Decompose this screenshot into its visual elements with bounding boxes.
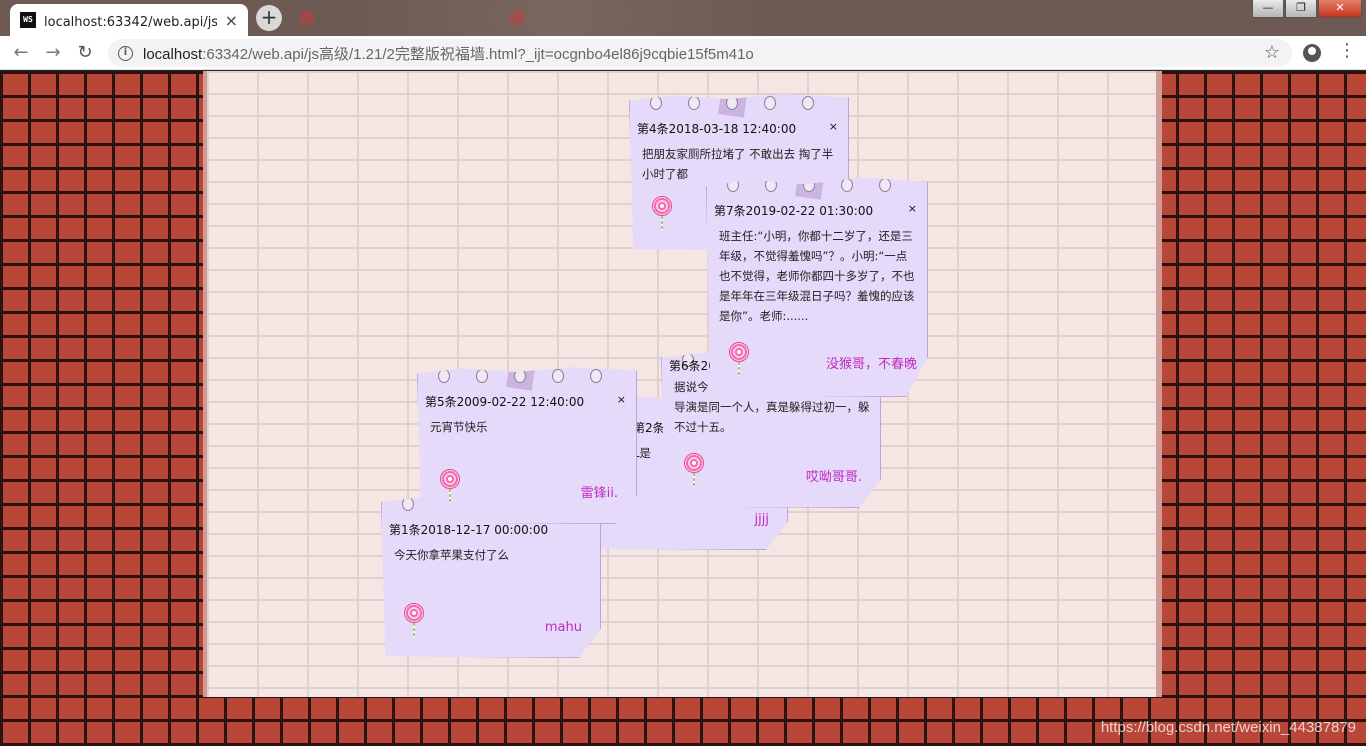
note-header: 第5条2009-02-22 12:40:00 ×: [425, 393, 626, 410]
note-author: mahu: [544, 620, 582, 635]
note-title: 第7条2019-02-22 01:30:00: [714, 204, 874, 218]
note-body: 元宵节快乐: [430, 420, 488, 434]
background-tab[interactable]: [502, 4, 722, 32]
back-arrow-icon[interactable]: ←: [8, 40, 34, 66]
tab-favicon-icon: [300, 11, 314, 25]
tab-bar: WS localhost:63342/web.api/js高级 × + — ❐ …: [0, 0, 1366, 36]
background-tab[interactable]: [292, 4, 492, 32]
watermark: https://blog.csdn.net/weixin_44387879: [1100, 719, 1356, 736]
note-title: 第5条2009-02-22 12:40:00: [425, 395, 585, 409]
reload-icon[interactable]: ↻: [72, 40, 98, 66]
page-viewport: 第4条2018-03-18 12:40:00 × 把朋友家厕所拉堵了 不敢出去 …: [0, 71, 1366, 746]
note-author: 哎呦哥哥.: [805, 470, 862, 485]
note-header: 第4条2018-03-18 12:40:00 ×: [637, 120, 838, 137]
tab-close-icon[interactable]: ×: [225, 11, 238, 30]
note-author: 雷锋ii.: [580, 486, 618, 501]
close-icon[interactable]: ×: [617, 393, 626, 410]
address-bar[interactable]: i localhost:63342/web.api/js高级/1.21/2完整版…: [108, 39, 1292, 67]
browser-toolbar: ← → ↻ i localhost:63342/web.api/js高级/1.2…: [0, 36, 1366, 70]
account-icon[interactable]: [1303, 44, 1321, 62]
note-header: 第1条2018-12-17 00:00:00: [389, 521, 590, 538]
menu-kebab-icon[interactable]: ⋮: [1338, 42, 1356, 60]
note-header: 第7条2019-02-22 01:30:00 ×: [714, 202, 917, 219]
note-author: 没猴哥，不春晚: [825, 357, 917, 372]
lollipop-icon: [729, 342, 749, 378]
note-title: 第1条2018-12-17 00:00:00: [389, 523, 549, 537]
url-text[interactable]: localhost:63342/web.api/js高级/1.21/2完整版祝福…: [143, 43, 754, 64]
note-card[interactable]: 第7条2019-02-22 01:30:00 × 班主任:“小明，你都十二岁了，…: [706, 177, 928, 397]
note-title: 第4条2018-03-18 12:40:00: [637, 122, 797, 136]
note-body: 把朋友家厕所拉堵了 不敢出去 掏了半小时了都: [642, 147, 834, 181]
bookmark-star-icon[interactable]: ☆: [1264, 42, 1280, 63]
minimize-button[interactable]: —: [1252, 0, 1284, 18]
browser-tab-active[interactable]: WS localhost:63342/web.api/js高级 ×: [10, 4, 248, 36]
lollipop-icon: [404, 603, 424, 639]
lollipop-icon: [440, 469, 460, 505]
lollipop-icon: [684, 453, 704, 489]
note-author: jjjj: [754, 512, 769, 527]
note-body: 今天你拿苹果支付了么: [394, 548, 509, 562]
note-body: 班主任:“小明，你都十二岁了，还是三年级，不觉得羞愧吗”？。小明:“一点也不觉得…: [719, 229, 915, 323]
new-tab-button[interactable]: +: [256, 5, 282, 31]
tab-title: localhost:63342/web.api/js高级: [44, 14, 217, 30]
forward-arrow-icon[interactable]: →: [40, 40, 66, 66]
lollipop-icon: [652, 196, 672, 232]
info-icon[interactable]: i: [118, 45, 133, 61]
window-controls: — ❐ ✕: [1252, 0, 1362, 18]
tab-favicon-icon: [510, 11, 524, 25]
close-icon[interactable]: ×: [829, 120, 838, 137]
window-close-button[interactable]: ✕: [1318, 0, 1362, 18]
note-card[interactable]: 第5条2009-02-22 12:40:00 × 元宵节快乐 雷锋ii.: [417, 367, 637, 524]
webstorm-favicon-icon: WS: [20, 12, 36, 28]
maximize-button[interactable]: ❐: [1285, 0, 1317, 18]
close-icon[interactable]: ×: [908, 202, 917, 219]
